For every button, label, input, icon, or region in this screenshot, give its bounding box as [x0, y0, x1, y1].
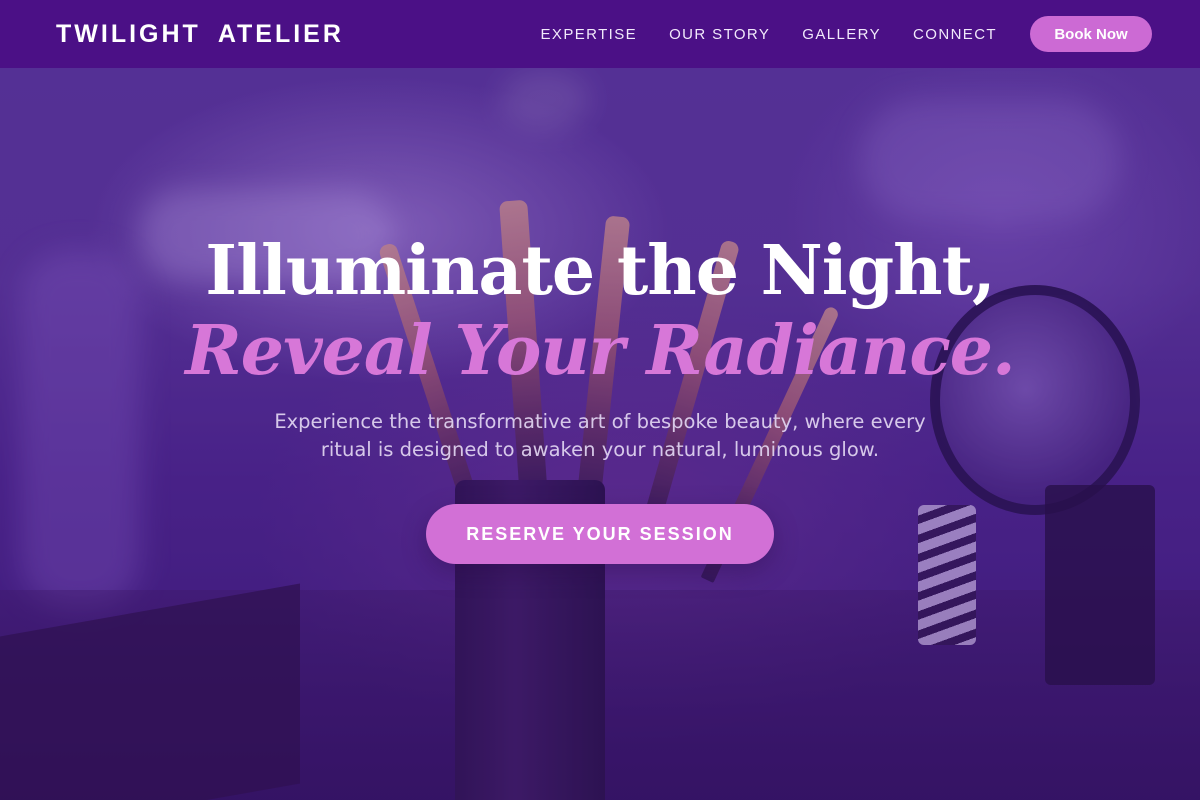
hero-headline-line1: Illuminate the Night, [205, 231, 995, 311]
nav-link-expertise[interactable]: EXPERTISE [541, 26, 638, 43]
site-header: TWILIGHT ATELIER EXPERTISE OUR STORY GAL… [0, 0, 1200, 68]
nav-link-our-story[interactable]: OUR STORY [669, 26, 770, 43]
nav-link-connect[interactable]: CONNECT [913, 26, 997, 43]
hero-headline-line2: Reveal Your Radiance. [185, 311, 1015, 391]
hero-subtext: Experience the transformative art of bes… [274, 410, 926, 461]
reserve-session-button[interactable]: RESERVE YOUR SESSION [426, 504, 774, 564]
main-nav: EXPERTISE OUR STORY GALLERY CONNECT Book… [541, 16, 1152, 52]
book-now-button[interactable]: Book Now [1030, 16, 1152, 52]
nav-link-gallery[interactable]: GALLERY [802, 26, 881, 43]
brand-logo[interactable]: TWILIGHT ATELIER [56, 20, 344, 49]
hero-section: Illuminate the Night, Reveal Your Radian… [0, 230, 1200, 564]
